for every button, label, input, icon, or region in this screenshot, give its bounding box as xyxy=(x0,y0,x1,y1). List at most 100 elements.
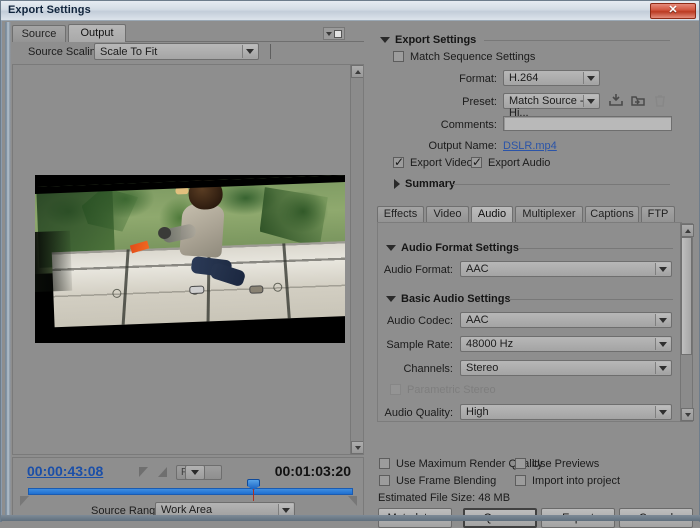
audio-codec-select[interactable]: AAC xyxy=(460,312,672,328)
preview-panel: Source Output Source Scaling: Scale To F… xyxy=(5,22,367,520)
format-value: H.264 xyxy=(509,72,539,84)
channels-value: Stereo xyxy=(466,362,499,374)
export-settings-window: Export Settings ✕ Source Output Source S… xyxy=(0,0,700,528)
audio-settings-container: Audio Format Settings Audio Format: AAC … xyxy=(377,222,682,422)
basic-audio-settings-header: Basic Audio Settings xyxy=(386,292,511,306)
tab-multiplexer[interactable]: Multiplexer xyxy=(515,206,583,222)
audio-codec-value: AAC xyxy=(466,314,489,326)
chevron-down-icon xyxy=(655,263,670,275)
audio-format-value: AAC xyxy=(466,263,489,275)
duration-timecode[interactable]: 00:01:03:20 xyxy=(275,463,351,479)
use-previews-checkbox[interactable] xyxy=(515,458,526,469)
use-frame-blending-checkbox[interactable] xyxy=(379,475,390,486)
chevron-down-icon xyxy=(655,406,670,418)
disclosure-triangle-open-icon[interactable] xyxy=(386,245,396,251)
timeline-area: 00:00:43:08 00:01:03:20 Fit Source Range… xyxy=(12,457,364,519)
import-into-project-checkbox[interactable] xyxy=(515,475,526,486)
scrub-bar[interactable] xyxy=(28,488,353,495)
use-maximum-render-quality-checkbox[interactable] xyxy=(379,458,390,469)
tab-captions[interactable]: Captions xyxy=(585,206,639,222)
export-video-checkbox[interactable] xyxy=(393,155,404,169)
window-bottom-edge xyxy=(1,515,700,521)
chevron-down-icon xyxy=(583,72,598,84)
sample-rate-label: Sample Rate: xyxy=(386,339,453,351)
comments-label: Comments: xyxy=(440,119,497,131)
audio-format-settings-header: Audio Format Settings xyxy=(386,241,519,255)
use-frame-blending-label: Use Frame Blending xyxy=(396,475,497,487)
scroll-up-icon[interactable] xyxy=(351,65,363,78)
settings-vertical-scrollbar[interactable] xyxy=(680,223,694,422)
match-sequence-settings-checkbox[interactable] xyxy=(393,51,404,62)
summary-header: Summary xyxy=(394,177,455,191)
child-shoe xyxy=(188,285,205,295)
chevron-down-icon xyxy=(326,31,332,36)
settings-panel: Export Settings Match Sequence Settings … xyxy=(372,22,696,528)
title-bar: Export Settings ✕ xyxy=(1,1,699,21)
tab-source[interactable]: Source xyxy=(12,25,66,42)
close-button[interactable]: ✕ xyxy=(650,3,696,19)
audio-format-select[interactable]: AAC xyxy=(460,261,672,277)
tab-effects[interactable]: Effects xyxy=(377,206,424,222)
preset-select[interactable]: Match Source - Hi... xyxy=(503,93,600,119)
export-settings-header: Export Settings xyxy=(380,33,476,47)
comments-input[interactable] xyxy=(503,116,672,131)
source-scaling-select[interactable]: Scale To Fit xyxy=(94,43,259,60)
tab-video[interactable]: Video xyxy=(426,206,469,222)
section-divider xyxy=(452,184,670,185)
disclosure-triangle-open-icon[interactable] xyxy=(386,296,396,302)
panel-menu-button[interactable] xyxy=(323,27,345,40)
scrollbar-thumb[interactable] xyxy=(681,237,692,355)
mark-in-icon[interactable] xyxy=(139,467,148,477)
range-in-handle-icon[interactable] xyxy=(20,496,29,506)
playhead-stem xyxy=(253,489,254,501)
tab-ftp[interactable]: FTP xyxy=(641,206,675,222)
section-divider xyxy=(518,248,673,249)
format-select[interactable]: H.264 xyxy=(503,70,600,86)
use-previews-label: Use Previews xyxy=(532,458,600,470)
output-name-link[interactable]: DSLR.mp4 xyxy=(503,140,557,152)
delete-preset-icon[interactable] xyxy=(652,93,668,108)
import-into-project-label: Import into project xyxy=(532,475,621,487)
settings-tabstrip: Effects Video Audio Multiplexer Captions… xyxy=(377,206,687,222)
preview-vertical-scrollbar[interactable] xyxy=(350,65,363,454)
export-audio-checkbox[interactable] xyxy=(471,155,482,169)
sample-rate-select[interactable]: 48000 Hz xyxy=(460,336,672,352)
source-scaling-value: Scale To Fit xyxy=(100,46,158,58)
mark-out-icon[interactable] xyxy=(158,467,167,477)
menu-lines-icon xyxy=(334,29,342,38)
video-frame xyxy=(35,175,345,343)
child-shoe xyxy=(249,284,264,294)
tab-audio[interactable]: Audio xyxy=(471,206,513,222)
window-body: Source Output Source Scaling: Scale To F… xyxy=(2,21,699,528)
audio-quality-label: Audio Quality: xyxy=(384,407,453,419)
chevron-down-icon xyxy=(655,362,670,374)
export-settings-title: Export Settings xyxy=(395,34,477,46)
import-preset-icon[interactable] xyxy=(630,93,646,108)
export-video-label: Export Video xyxy=(410,157,473,169)
chevron-down-icon xyxy=(655,314,670,326)
channels-select[interactable]: Stereo xyxy=(460,360,672,376)
playhead-handle[interactable] xyxy=(247,479,260,501)
zoom-level-dropdown-button[interactable] xyxy=(185,465,205,480)
range-out-handle-icon[interactable] xyxy=(348,496,357,506)
audio-quality-select[interactable]: High xyxy=(460,404,672,420)
output-name-label: Output Name: xyxy=(428,140,497,152)
bench-knob xyxy=(272,282,283,292)
summary-title: Summary xyxy=(405,178,456,190)
disclosure-triangle-closed-icon[interactable] xyxy=(394,179,400,189)
preset-label: Preset: xyxy=(462,96,497,108)
disclosure-triangle-open-icon[interactable] xyxy=(380,37,390,43)
video-image xyxy=(35,175,345,337)
scroll-up-icon[interactable] xyxy=(681,224,694,237)
scroll-down-icon[interactable] xyxy=(351,441,363,454)
audio-codec-label: Audio Codec: xyxy=(386,315,453,327)
video-preview-area[interactable] xyxy=(12,64,364,455)
basic-audio-settings-title: Basic Audio Settings xyxy=(401,293,511,305)
tab-output[interactable]: Output xyxy=(68,24,126,42)
save-preset-icon[interactable] xyxy=(608,93,624,108)
scroll-down-icon[interactable] xyxy=(681,408,694,421)
panel-left-shade xyxy=(6,22,11,520)
current-timecode[interactable]: 00:00:43:08 xyxy=(27,463,103,479)
export-audio-label: Export Audio xyxy=(488,157,551,169)
window-title: Export Settings xyxy=(8,4,91,16)
